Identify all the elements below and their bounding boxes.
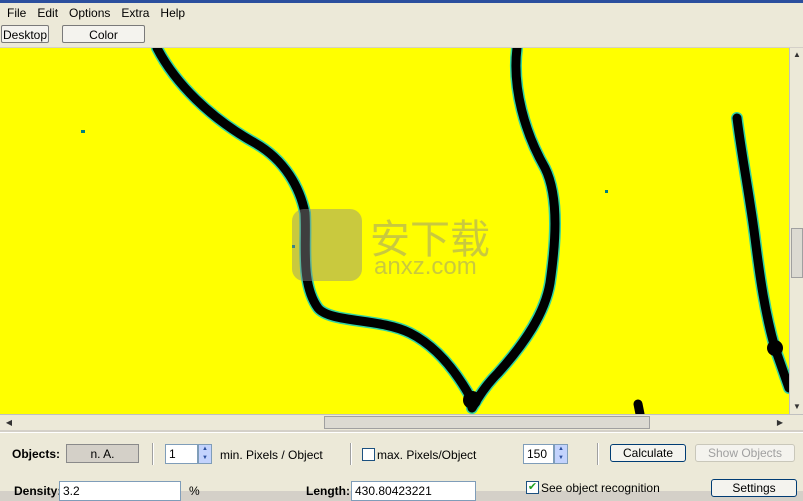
control-panel: Objects: n. A. 1 ▲ ▼ min. Pixels / Object… [0, 432, 803, 501]
see-object-recognition-checkbox[interactable]: ✔ [526, 481, 539, 494]
menu-extra[interactable]: Extra [117, 6, 153, 20]
watermark: 安下载 anxz.com [292, 203, 517, 283]
toolbar: Desktop Color Histogram [0, 22, 803, 60]
max-pixels-label: max. Pixels/Object [377, 448, 477, 462]
vertical-scrollbar[interactable]: ▲ ▼ [789, 48, 803, 414]
density-unit: % [189, 484, 200, 498]
spin-down-icon[interactable]: ▼ [199, 454, 211, 463]
menu-options[interactable]: Options [65, 6, 114, 20]
show-objects-button[interactable]: Show Objects [695, 444, 795, 462]
min-pixels-input[interactable]: 1 [165, 444, 198, 464]
watermark-logo [292, 209, 362, 281]
watermark-subtext: anxz.com [374, 253, 477, 280]
menu-file[interactable]: File [3, 6, 30, 20]
density-value: 3.2 [59, 481, 181, 501]
scroll-left-icon[interactable]: ◀ [2, 416, 16, 430]
length-label: Length: [306, 484, 350, 498]
menu-help[interactable]: Help [156, 6, 189, 20]
menu-bar: File Edit Options Extra Help [0, 3, 803, 22]
spin-up-icon[interactable]: ▲ [199, 445, 211, 454]
see-object-recognition-label: See object recognition [541, 481, 660, 495]
separator [152, 443, 154, 465]
scroll-right-icon[interactable]: ▶ [773, 416, 787, 430]
min-pixels-label: min. Pixels / Object [220, 448, 323, 462]
horizontal-scroll-thumb[interactable] [324, 416, 650, 429]
horizontal-scrollbar[interactable]: ◀ ▶ [0, 414, 803, 430]
desktop-button[interactable]: Desktop [1, 25, 49, 43]
scroll-up-icon[interactable]: ▲ [790, 48, 803, 62]
scroll-down-icon[interactable]: ▼ [790, 400, 803, 414]
density-label: Density: [14, 484, 62, 498]
calculate-button[interactable]: Calculate [610, 444, 686, 462]
menu-edit[interactable]: Edit [33, 6, 62, 20]
color-histogram-button[interactable]: Color Histogram [62, 25, 145, 60]
vertical-scroll-thumb[interactable] [791, 228, 803, 278]
spin-down-icon[interactable]: ▼ [555, 454, 567, 463]
length-value: 430.80423221 [351, 481, 476, 501]
max-pixels-input[interactable]: 150 [523, 444, 554, 464]
objects-value: n. A. [66, 444, 139, 463]
min-pixels-spinner[interactable]: ▲ ▼ [198, 444, 212, 464]
separator [350, 443, 352, 465]
max-pixels-checkbox[interactable] [362, 448, 375, 461]
settings-button[interactable]: Settings [711, 479, 797, 497]
max-pixels-spinner[interactable]: ▲ ▼ [554, 444, 568, 464]
image-canvas[interactable]: 安下载 anxz.com [0, 48, 803, 414]
separator [597, 443, 599, 465]
spin-up-icon[interactable]: ▲ [555, 445, 567, 454]
objects-label: Objects: [12, 447, 61, 461]
